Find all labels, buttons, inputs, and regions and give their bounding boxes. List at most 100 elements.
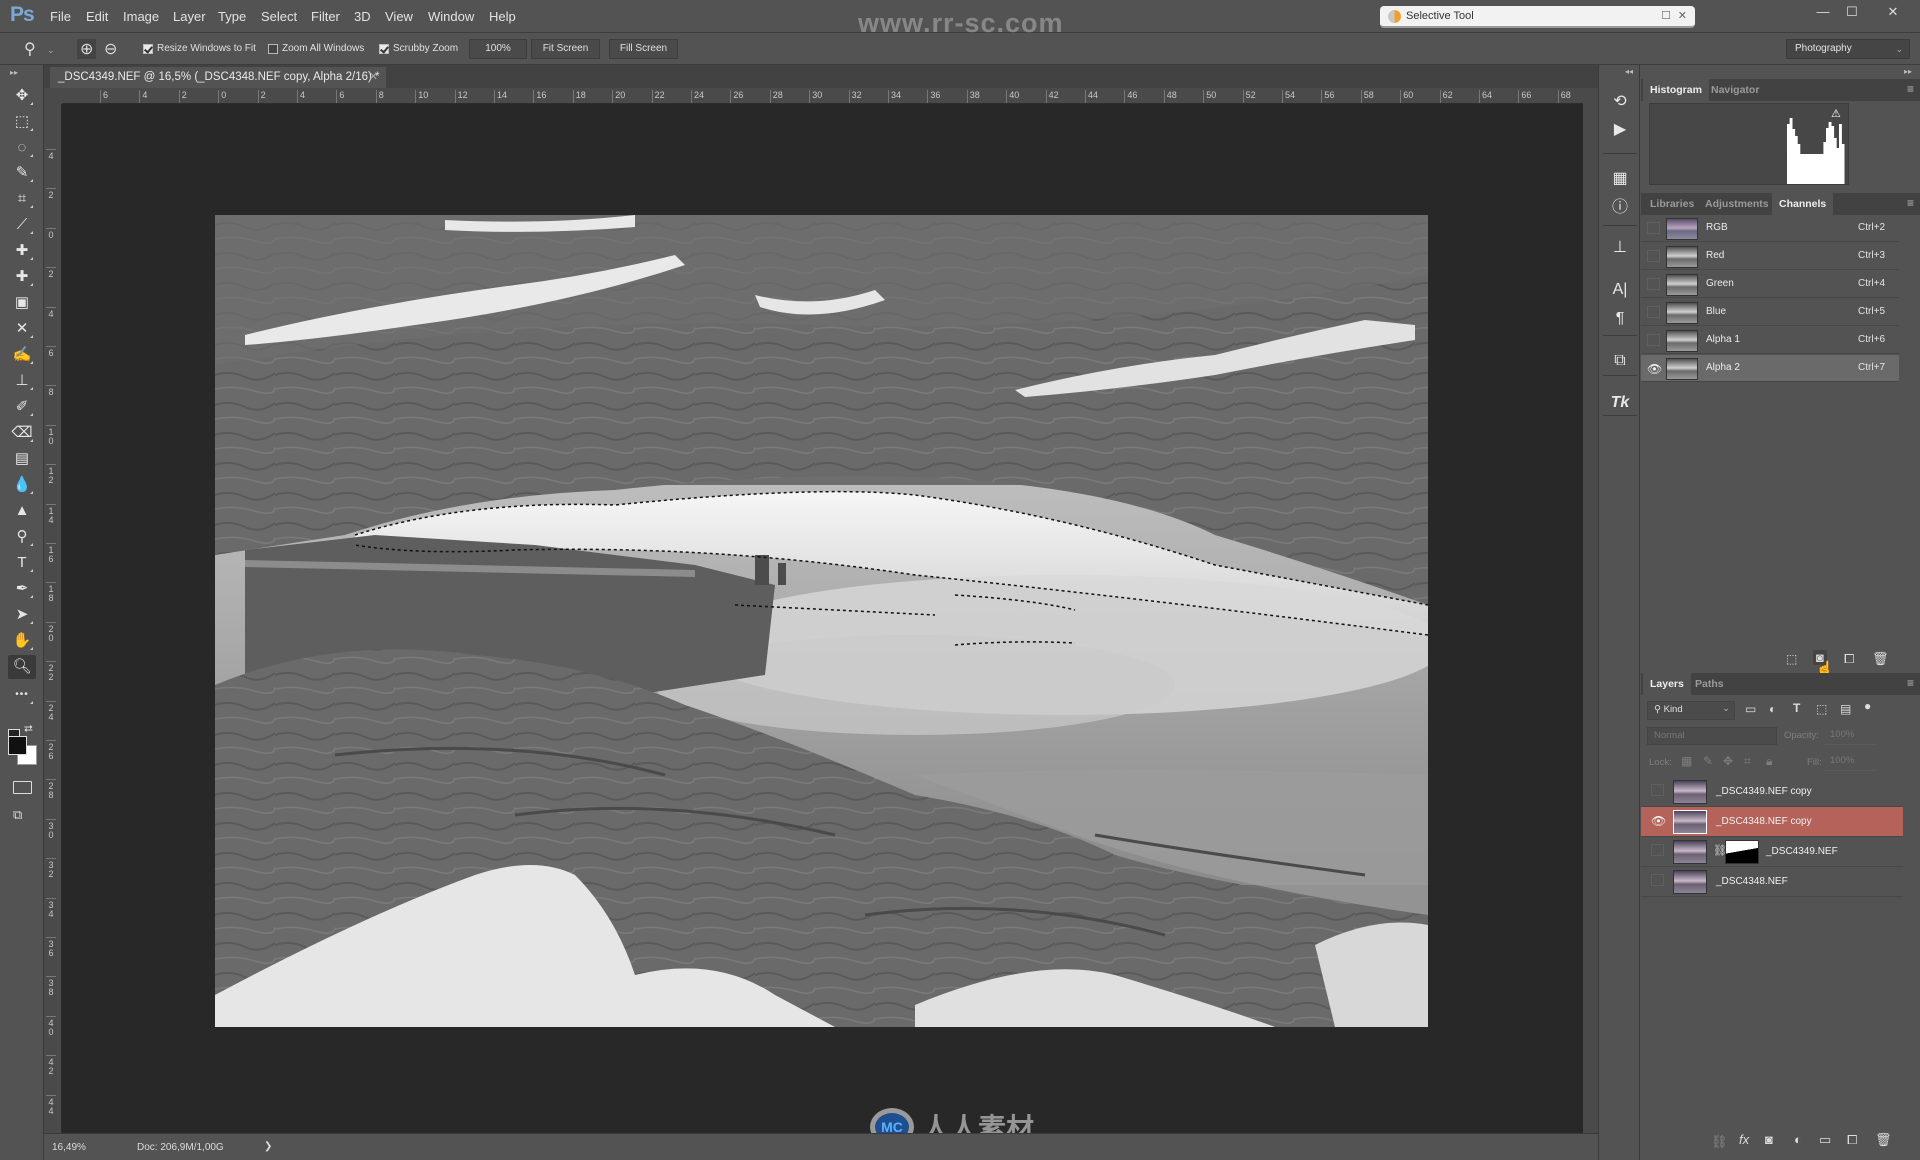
visibility-toggle[interactable] [1647, 306, 1660, 318]
crop-tool[interactable]: ⌗ [8, 187, 36, 211]
eraser-tool[interactable]: ⌫ [8, 421, 36, 445]
lasso-tool[interactable]: ◌ [8, 136, 36, 160]
workspace-select[interactable]: Photography ⌄ [1786, 39, 1910, 59]
chevron-down-icon[interactable]: ⌄ [47, 45, 55, 56]
document-tab[interactable]: _DSC4349.NEF @ 16,5% (_DSC4348.NEF copy,… [50, 67, 386, 88]
paragraph-icon[interactable]: ¶ [1608, 308, 1632, 330]
new-channel-icon[interactable]: ⧠ [1844, 651, 1854, 667]
filter-kind-select[interactable]: ⚲ Kind ⌄ [1647, 701, 1735, 720]
gradient-tool[interactable]: ▤ [8, 447, 36, 471]
history-brush-tool[interactable]: ✐ [8, 395, 36, 419]
type-tool[interactable]: T [8, 551, 36, 575]
menu-help[interactable]: Help [489, 9, 516, 24]
panel-menu-icon[interactable]: ≡ [1907, 676, 1914, 690]
fill-input[interactable]: 100% [1824, 753, 1876, 771]
layer-row[interactable]: 👁︎ _DSC4348.NEF copy [1641, 807, 1903, 837]
close-button[interactable]: ✕ [1880, 4, 1906, 22]
status-menu-arrow-icon[interactable]: ❯ [264, 1141, 272, 1152]
checkbox-checked[interactable] [379, 43, 389, 54]
filter-shape-layer-icon[interactable]: ⬚ [1816, 702, 1827, 716]
warning-icon[interactable]: ⚠ [1831, 107, 1841, 120]
menu-view[interactable]: View [385, 9, 413, 24]
delete-layer-icon[interactable]: 🗑︎ [1875, 1132, 1892, 1148]
menu-window[interactable]: Window [428, 9, 474, 24]
blur-tool[interactable]: 💧 [8, 473, 36, 497]
layer-thumbnail[interactable] [1673, 810, 1707, 834]
zoom-tool-preset-icon[interactable]: ⚲ [24, 39, 36, 59]
zoom-tool[interactable]: 🔍︎ [8, 655, 36, 679]
resize-windows-checkbox[interactable]: Resize Windows to Fit [143, 43, 256, 54]
zoom-in-icon[interactable]: ⊕ [77, 39, 97, 59]
filter-toggle-icon[interactable]: ● [1864, 699, 1871, 713]
close-icon[interactable]: ✕ [1678, 9, 1687, 22]
visibility-toggle[interactable] [1651, 784, 1664, 796]
clone-source-icon[interactable]: ⊥ [1608, 237, 1632, 259]
link-layers-icon[interactable]: ⛓ [1711, 1134, 1728, 1150]
visibility-toggle[interactable] [1647, 278, 1660, 290]
filter-adjustment-layer-icon[interactable]: ◐ [1769, 702, 1776, 716]
patch-tool[interactable]: ▣ [8, 291, 36, 315]
swap-colors-icon[interactable]: ⮂ [24, 723, 33, 736]
fit-screen-button[interactable]: Fit Screen [531, 39, 600, 59]
filter-pixel-layer-icon[interactable]: ▭ [1745, 702, 1756, 716]
visibility-toggle[interactable] [1647, 222, 1660, 234]
history-icon[interactable]: ⟲ [1608, 91, 1632, 113]
layer-thumbnail[interactable] [1673, 780, 1707, 804]
panel-menu-icon[interactable]: ≡ [1907, 196, 1914, 210]
scrubby-zoom-checkbox[interactable]: Scrubby Zoom [379, 43, 458, 54]
fill-screen-button[interactable]: Fill Screen [609, 39, 678, 59]
brush-tool[interactable]: ✍ [8, 343, 36, 367]
lock-artboard-icon[interactable]: ⌗ [1744, 754, 1751, 769]
hand-tool[interactable]: ✋ [8, 629, 36, 653]
minimize-button[interactable]: — [1810, 4, 1836, 22]
dodge-tool[interactable]: ⚲ [8, 525, 36, 549]
layer-row[interactable]: _DSC4349.NEF copy [1641, 777, 1903, 807]
filter-type-layer-icon[interactable]: T [1793, 701, 1800, 715]
lock-all-icon[interactable]: 🔒︎ [1766, 754, 1772, 769]
opacity-input[interactable]: 100% [1824, 727, 1876, 745]
visibility-toggle[interactable] [1647, 334, 1660, 346]
menu-edit[interactable]: Edit [86, 9, 108, 24]
content-aware-move-tool[interactable]: ✕ [8, 317, 36, 341]
visibility-toggle[interactable] [1651, 874, 1664, 886]
tab-paths[interactable]: Paths [1688, 673, 1731, 695]
info-icon[interactable]: ⓘ [1608, 197, 1632, 219]
actions-play-icon[interactable]: ▶ [1608, 119, 1632, 141]
lock-position-icon[interactable]: ✥ [1723, 754, 1733, 768]
blend-mode-select[interactable]: Normal [1647, 727, 1777, 745]
menu-3d[interactable]: 3D [354, 9, 371, 24]
layer-row[interactable]: _DSC4348.NEF [1641, 867, 1903, 897]
ruler-horizontal[interactable]: 6 4 2 0 2 4 6 8 10 12 14 16 18 20 22 24 26 28 30 32 34 36 38 40… [62, 88, 1583, 104]
tk-actions-icon[interactable]: Tk [1608, 392, 1632, 414]
close-tab-icon[interactable]: ✕ [369, 70, 378, 83]
channel-row[interactable]: Alpha 1 Ctrl+6 [1641, 327, 1899, 354]
zoom-all-windows-checkbox[interactable]: Zoom All Windows [268, 43, 364, 54]
layer-mask-thumbnail[interactable] [1725, 840, 1759, 864]
channel-row[interactable]: RGB Ctrl+2 [1641, 215, 1899, 242]
channel-row[interactable]: Red Ctrl+3 [1641, 243, 1899, 270]
rectangular-marquee-tool[interactable]: ⬚ [8, 110, 36, 134]
tab-navigator[interactable]: Navigator [1704, 79, 1766, 101]
new-layer-icon[interactable]: ⧠ [1847, 1132, 1857, 1148]
expand-panels-icon[interactable]: ▸▸ [1904, 67, 1912, 76]
tab-channels[interactable]: Channels [1772, 193, 1834, 215]
layer-thumbnail[interactable] [1673, 870, 1707, 894]
layer-style-fx-icon[interactable]: fx [1739, 1132, 1749, 1147]
menu-type[interactable]: Type [218, 9, 246, 24]
screen-mode-icon[interactable]: ⧉ [13, 807, 32, 822]
eye-icon[interactable]: 👁︎ [1647, 362, 1662, 376]
ruler-origin[interactable] [44, 88, 62, 104]
ruler-vertical[interactable]: 4 2 0 2 4 6 8 1 0 1 2 1 4 1 6 1 8 2 0 2 2 2 4 2 6 2 8 3 0… [44, 104, 62, 1133]
new-adjustment-layer-icon[interactable]: ◐ [1794, 1132, 1802, 1147]
checkbox-unchecked[interactable] [268, 43, 278, 54]
quick-mask-icon[interactable] [13, 781, 32, 794]
spot-healing-brush-tool[interactable]: ✚ [8, 239, 36, 263]
visibility-toggle[interactable] [1651, 844, 1664, 856]
document-image[interactable] [215, 215, 1428, 1027]
panel-menu-icon[interactable]: ≡ [1907, 82, 1914, 96]
pen-tool[interactable]: ✒ [8, 577, 36, 601]
channel-row[interactable]: Green Ctrl+4 [1641, 271, 1899, 298]
path-selection-tool[interactable]: ➤ [8, 603, 36, 627]
lock-image-pixels-icon[interactable]: ✎ [1703, 754, 1713, 768]
lock-transparent-pixels-icon[interactable]: ▦ [1681, 754, 1692, 768]
